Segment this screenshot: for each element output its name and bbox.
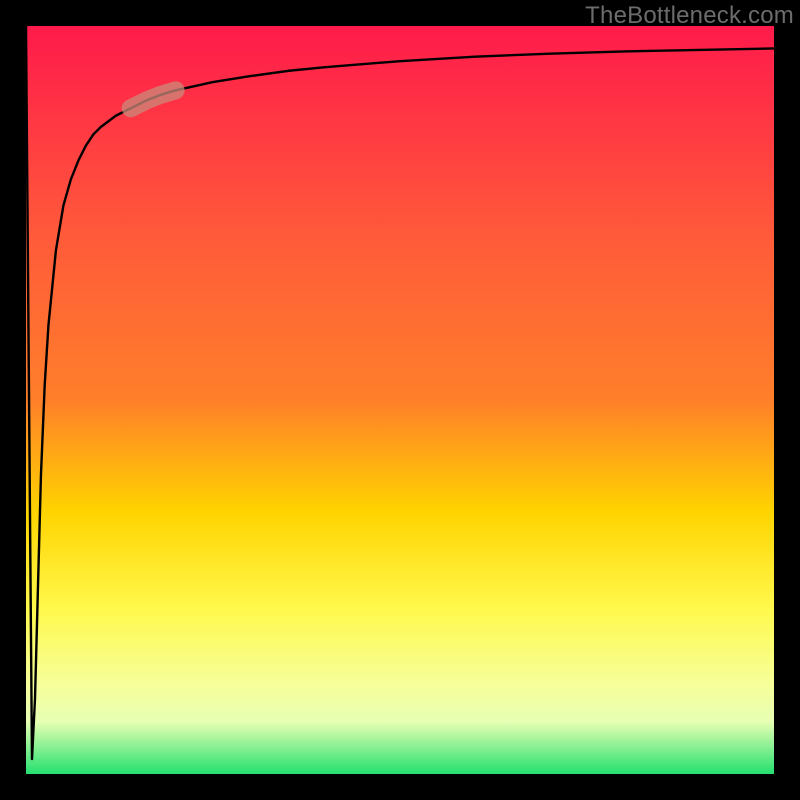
- chart-svg: [0, 0, 800, 800]
- chart-container: TheBottleneck.com: [0, 0, 800, 800]
- watermark-text: TheBottleneck.com: [585, 2, 794, 30]
- gradient-background: [26, 26, 774, 774]
